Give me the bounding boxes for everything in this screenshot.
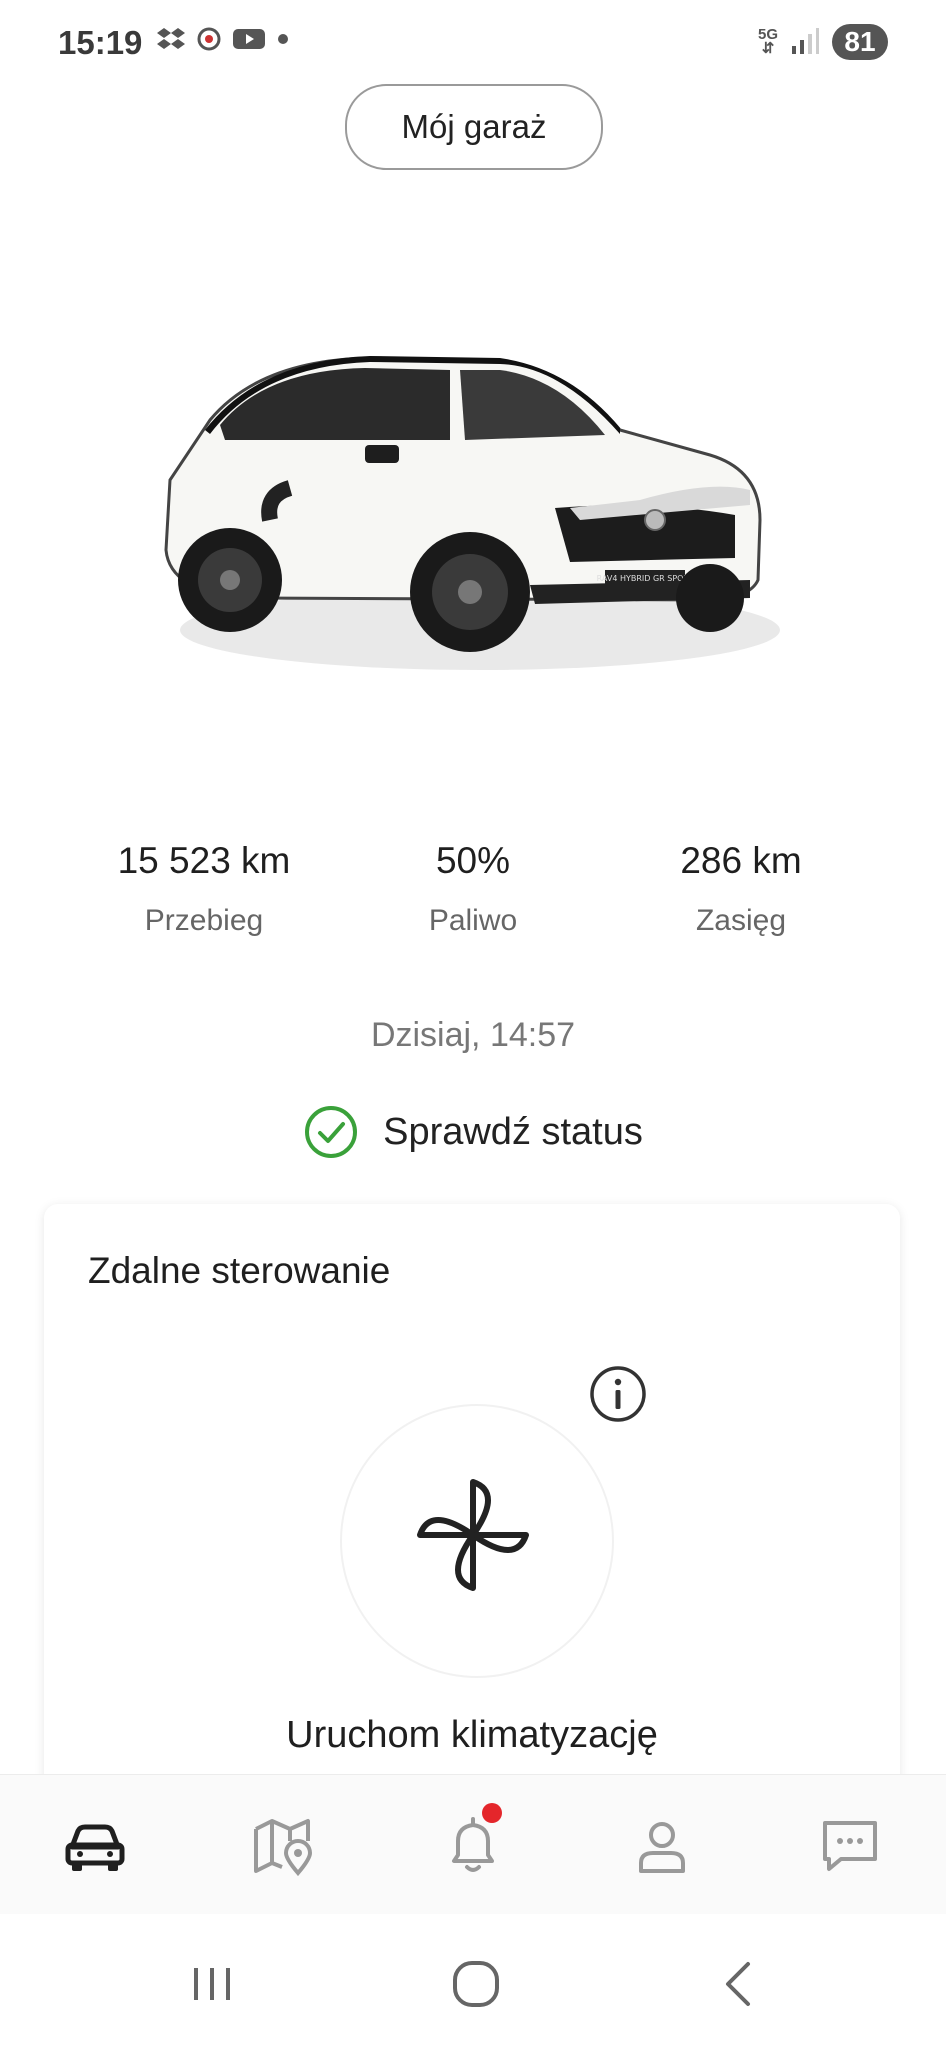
network-indicator: 5G ⇵ [757, 26, 778, 57]
status-bar: 15:19 5G ⇵ 81 [0, 0, 946, 90]
stat-range-value: 286 km [680, 840, 802, 881]
nav-messages[interactable] [815, 1811, 885, 1881]
back-icon[interactable] [710, 1954, 770, 2014]
stat-mileage: 15 523 km Przebieg [74, 840, 334, 938]
notification-badge [482, 1803, 502, 1823]
bell-icon [452, 1817, 494, 1872]
home-icon[interactable] [446, 1954, 506, 2014]
check-circle-icon [305, 1106, 358, 1158]
status-right: 5G ⇵ 81 [758, 24, 888, 60]
chat-icon [823, 1821, 877, 1871]
car-icon [65, 1824, 125, 1871]
remote-control-card: Zdalne sterowanie Uruchom klimatyzację [44, 1204, 900, 1804]
car-image: RAV4 HYBRID GR SPORT [164, 356, 780, 670]
last-update-time: Dzisiaj, 14:57 [370, 1016, 576, 1054]
nav-notifications[interactable] [438, 1803, 508, 1881]
bottom-nav [0, 1774, 946, 1915]
system-nav-bar [0, 1914, 946, 2049]
stat-mileage-value: 15 523 km [117, 840, 291, 881]
stat-range: 286 km Zasięg [611, 840, 871, 938]
dot-icon [278, 34, 288, 44]
svg-text:RAV4 HYBRID GR SPORT: RAV4 HYBRID GR SPORT [597, 574, 694, 583]
fan-icon[interactable] [408, 1470, 538, 1600]
stat-fuel: 50% Paliwo [343, 840, 603, 938]
stat-mileage-label: Przebieg [144, 904, 264, 937]
status-time: 15:19 [58, 24, 143, 61]
battery-indicator: 81 [832, 24, 888, 60]
signal-icon [792, 28, 819, 54]
start-climate-label[interactable]: Uruchom klimatyzację [44, 1714, 900, 1757]
info-icon[interactable] [588, 1364, 648, 1424]
profile-icon [639, 1822, 685, 1873]
dropbox-icon [157, 28, 185, 49]
stat-range-label: Zasięg [695, 904, 787, 937]
nav-map[interactable] [248, 1811, 318, 1881]
map-icon [254, 1819, 313, 1877]
app-notification-icon [197, 27, 221, 51]
nav-car[interactable] [60, 1811, 130, 1881]
stat-fuel-value: 50% [435, 840, 511, 881]
stat-fuel-label: Paliwo [428, 904, 518, 937]
my-garage-button[interactable]: Mój garaż [345, 84, 603, 170]
recents-icon[interactable] [182, 1954, 242, 2014]
nav-profile[interactable] [627, 1811, 697, 1881]
status-notification-icons [156, 26, 290, 52]
check-status-label: Sprawdź status [383, 1110, 643, 1153]
youtube-icon [233, 29, 265, 49]
check-status-link[interactable]: Sprawdź status [0, 1104, 946, 1160]
remote-control-title: Zdalne sterowanie [88, 1250, 391, 1291]
